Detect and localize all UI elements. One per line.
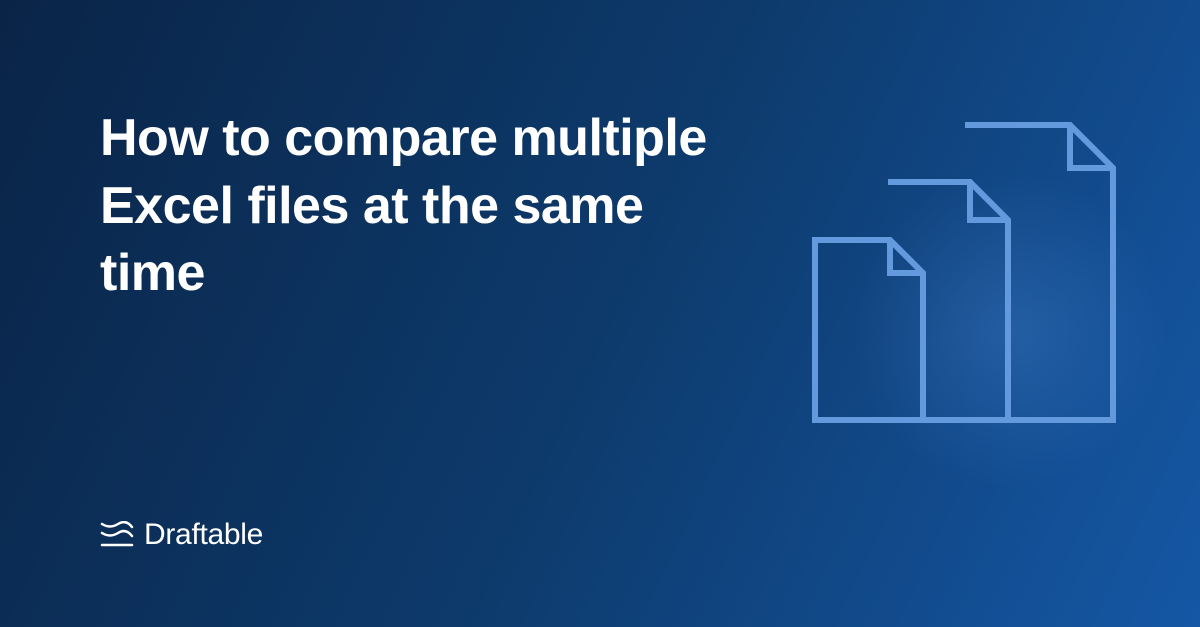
- hero-content: How to compare multiple Excel files at t…: [100, 105, 720, 308]
- stacked-documents-icon: [810, 120, 1120, 450]
- draftable-logo-icon: [100, 521, 134, 549]
- headline: How to compare multiple Excel files at t…: [100, 105, 720, 308]
- brand-name: Draftable: [144, 518, 263, 552]
- documents-illustration: [750, 50, 1180, 480]
- brand-logo: Draftable: [100, 518, 263, 552]
